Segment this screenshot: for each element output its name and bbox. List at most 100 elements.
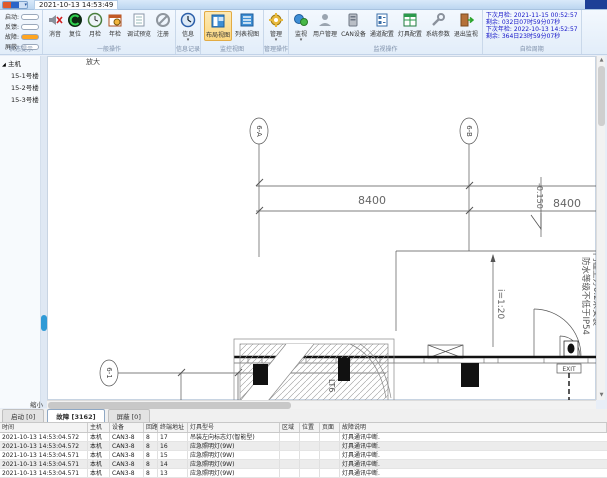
- annual-check-button[interactable]: 年检: [106, 11, 124, 39]
- ribbon-group-selfcheck: 下次月检: 2021-11-15 00:52:57 剩余: 032日07时59分…: [483, 10, 582, 54]
- table-cell: 16: [158, 442, 188, 450]
- quick-access-toolbar[interactable]: ▾: [2, 1, 28, 9]
- window-controls[interactable]: [585, 0, 607, 9]
- zoom-in-label[interactable]: 放大: [86, 57, 100, 66]
- table-cell: [280, 460, 300, 468]
- table-cell: 8: [144, 460, 158, 468]
- chevron-down-icon: ▾: [24, 2, 27, 8]
- table-cell: 2021-10-13 14:53:04.572: [0, 442, 88, 450]
- zoom-out-label[interactable]: 缩小: [30, 399, 43, 409]
- list-view-button[interactable]: 列表视图: [234, 11, 260, 39]
- table-cell: 本机: [88, 442, 110, 450]
- table-cell: 2021-10-13 14:53:04.572: [0, 433, 88, 441]
- tab-shield[interactable]: 屏蔽 [0]: [108, 409, 150, 422]
- column-header[interactable]: 回路: [144, 423, 158, 432]
- lamp-config-button[interactable]: 灯具配置: [397, 11, 423, 39]
- table-row[interactable]: 2021-10-13 14:53:04.571本机CAN3-8813应急照明灯(…: [0, 469, 607, 478]
- layout-view-icon: [210, 13, 226, 29]
- tab-start[interactable]: 启动 [0]: [2, 409, 44, 422]
- channel-config-button[interactable]: 通道配置: [369, 11, 395, 39]
- floorplan-canvas[interactable]: 放大 6-A 6-B 8400 8400 -0.150: [47, 56, 596, 400]
- column-header[interactable]: 故障说明: [340, 423, 607, 432]
- table-cell: 本机: [88, 433, 110, 441]
- ribbon-group-manage: 管理 ▾ 管理操作: [264, 10, 289, 54]
- table-cell: 灯具通讯中断.: [340, 460, 607, 468]
- column-header[interactable]: 区域: [280, 423, 300, 432]
- table-cell: [280, 442, 300, 450]
- table-cell: 8: [144, 442, 158, 450]
- table-cell: [320, 451, 340, 459]
- horizontal-scrollbar[interactable]: [47, 400, 596, 409]
- table-cell: 8: [144, 451, 158, 459]
- scroll-down-icon[interactable]: ▼: [597, 391, 606, 400]
- wrench-icon: [430, 12, 446, 28]
- column-header[interactable]: 时间: [0, 423, 88, 432]
- beam-tag-label: LT6: [327, 379, 336, 392]
- column-header[interactable]: 主机: [88, 423, 110, 432]
- table-row[interactable]: 2021-10-13 14:53:04.571本机CAN3-8814应急照明灯(…: [0, 460, 607, 469]
- column-right: [338, 358, 350, 381]
- table-row[interactable]: 2021-10-13 14:53:04.572本机CAN3-8817吊装左向标志…: [0, 433, 607, 442]
- column-header[interactable]: 灯具型号: [188, 423, 280, 432]
- table-row[interactable]: 2021-10-13 14:53:04.572本机CAN3-8816应急照明灯(…: [0, 442, 607, 451]
- system-params-button[interactable]: 系统参数: [425, 11, 451, 39]
- orbs-icon: [293, 12, 309, 28]
- tree-expand-icon[interactable]: ◢: [2, 62, 6, 68]
- tree-node-building-2[interactable]: 15-2号楼: [0, 81, 40, 93]
- ribbon-group-info: 信息 ▾ 信息记录: [176, 10, 201, 54]
- vertical-scrollbar[interactable]: ▲ ▼: [596, 56, 605, 400]
- table-cell: [300, 433, 320, 441]
- grid-bubble-1-label: 6-1: [105, 367, 113, 378]
- table-cell: 吊装左向标志灯(智能型): [188, 433, 280, 441]
- tree-node-building-1[interactable]: 15-1号楼: [0, 69, 40, 81]
- exit-sign-label: EXIT: [562, 366, 576, 373]
- fault-table-body: 2021-10-13 14:53:04.572本机CAN3-8817吊装左向标志…: [0, 433, 607, 478]
- tree-node-host[interactable]: ◢ 主机: [0, 56, 40, 69]
- user-icon: [317, 12, 333, 28]
- status-feedback: 反馈:: [3, 22, 39, 31]
- can-device-button[interactable]: CAN设备: [340, 11, 367, 39]
- chevron-down-icon: ▾: [300, 38, 303, 42]
- test-preview-button[interactable]: 调试预览: [126, 11, 152, 39]
- table-cell: 应急照明灯(9W): [188, 442, 280, 450]
- vertical-scroll-thumb[interactable]: [598, 66, 605, 126]
- table-cell: 8: [144, 433, 158, 441]
- speaker-mute-icon: [47, 12, 63, 28]
- ribbon-group-monitor: 监视 ▾ 用户管理 CAN设备 通道配置 灯具配置 系统参数: [289, 10, 483, 54]
- building-tree-panel: ◢ 主机 15-1号楼 15-2号楼 15-3号楼: [0, 56, 41, 408]
- chevron-down-icon: ▾: [275, 38, 278, 42]
- monitor-button[interactable]: 监视 ▾: [292, 11, 310, 43]
- user-manage-button[interactable]: 用户管理: [312, 11, 338, 39]
- reset-button[interactable]: 复位: [66, 11, 84, 39]
- status-start: 启动:: [3, 12, 39, 21]
- chevron-down-icon: ▾: [187, 38, 190, 42]
- table-row[interactable]: 2021-10-13 14:53:04.571本机CAN3-8815应急照明灯(…: [0, 451, 607, 460]
- column-header[interactable]: 位置: [300, 423, 320, 432]
- manage-button[interactable]: 管理 ▾: [267, 11, 285, 43]
- slope-label: i=1:20: [495, 289, 505, 320]
- layout-view-button[interactable]: 布局视图: [204, 11, 232, 41]
- column-header[interactable]: 页面: [320, 423, 340, 432]
- table-cell: [280, 433, 300, 441]
- monthly-check-button[interactable]: 月检: [86, 11, 104, 39]
- monthly-remaining: 剩余: 032日07时59分07秒: [486, 19, 578, 26]
- tree-node-building-3[interactable]: 15-3号楼: [0, 93, 40, 105]
- register-button[interactable]: 注册: [154, 11, 172, 39]
- ribbon-group-general: 消音 复位 月检 年检 调试预览 注册 一般操作: [43, 10, 176, 54]
- exit-monitor-button[interactable]: 退出监视: [453, 11, 479, 39]
- table-cell: 应急照明灯(9W): [188, 469, 280, 477]
- column-header[interactable]: 设备: [110, 423, 144, 432]
- table-cell: 15: [158, 451, 188, 459]
- info-button[interactable]: 信息 ▾: [179, 11, 197, 43]
- floorplan-drawing: 放大 6-A 6-B 8400 8400 -0.150: [48, 57, 597, 401]
- horizontal-scroll-thumb[interactable]: [48, 402, 291, 409]
- dimension-8400-right: 8400: [553, 197, 581, 210]
- column-under-wall: [461, 363, 479, 387]
- table-cell: 灯具通讯中断.: [340, 451, 607, 459]
- column-header[interactable]: 终端地址: [158, 423, 188, 432]
- list-view-icon: [239, 12, 255, 28]
- tab-fault[interactable]: 故障 [3162]: [47, 409, 104, 422]
- table-cell: 2021-10-13 14:53:04.571: [0, 460, 88, 468]
- scroll-up-icon[interactable]: ▲: [597, 56, 606, 65]
- mute-button[interactable]: 消音: [46, 11, 64, 39]
